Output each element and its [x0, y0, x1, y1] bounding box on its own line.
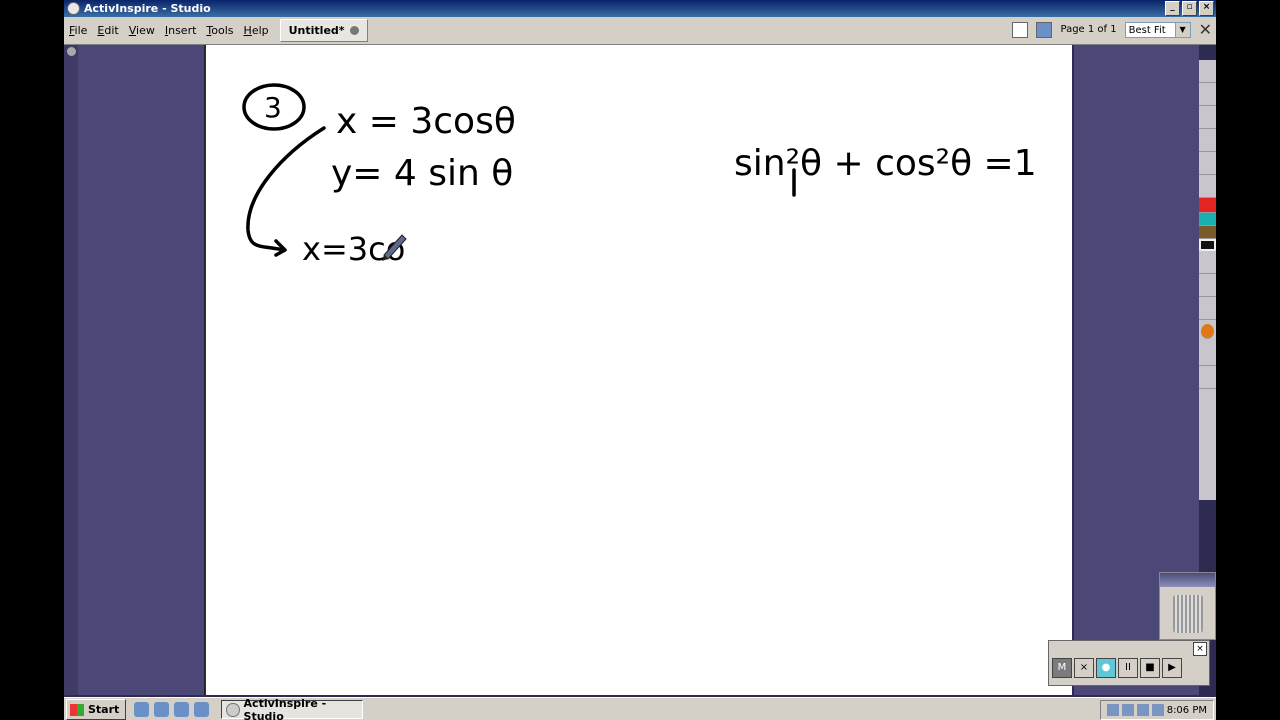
recorder-panel: × M × ● II ■ ▶: [1048, 640, 1210, 686]
clock: 8:06 PM: [1166, 704, 1207, 716]
chevron-down-icon[interactable]: ▼: [1174, 22, 1190, 37]
toolbox-undo-icon[interactable]: [1199, 175, 1216, 198]
page-controls: Page 1 of 1 Best Fit ▼ ✕: [1012, 20, 1212, 39]
app-icon: [67, 2, 80, 15]
recorder-cancel-button[interactable]: ×: [1074, 658, 1094, 678]
color-red-swatch[interactable]: [1199, 198, 1216, 213]
ink-layer: 3 x = 3cosθ y= 4 sin θ x=3co sin²θ + cos…: [242, 83, 1037, 268]
mail-icon[interactable]: [194, 702, 210, 717]
tray-network-icon[interactable]: [1106, 704, 1119, 716]
highlighter-icon[interactable]: [1199, 297, 1216, 320]
select-tool-icon[interactable]: [1199, 274, 1216, 297]
menu-insert[interactable]: Insert: [160, 24, 202, 37]
toolbox-pen-icon[interactable]: [1199, 152, 1216, 175]
left-panel: [78, 45, 205, 695]
eraser-icon[interactable]: [1199, 343, 1216, 366]
tray-security-icon[interactable]: [1121, 704, 1134, 716]
minimize-button[interactable]: _: [1165, 1, 1180, 16]
color-black-swatch[interactable]: [1199, 239, 1216, 251]
quick-launch: [134, 702, 210, 717]
recorder-pause-button[interactable]: II: [1118, 658, 1138, 678]
color-teal-swatch[interactable]: [1199, 213, 1216, 226]
recorder-stop-button[interactable]: ■: [1140, 658, 1160, 678]
system-tray: 8:06 PM: [1099, 700, 1214, 720]
menu-bar: File Edit View Insert Tools Help Untitle…: [64, 17, 1216, 45]
restore-button[interactable]: ▫: [1182, 1, 1197, 16]
title-bar: ActivInspire - Studio _ ▫ ×: [64, 0, 1216, 17]
flipchart-page[interactable]: 3 x = 3cosθ y= 4 sin θ x=3co sin²θ + cos…: [206, 45, 1072, 695]
left-letterbox: [0, 0, 64, 720]
fill-tool-icon[interactable]: [1201, 324, 1214, 339]
start-label: Start: [88, 703, 120, 716]
explorer-icon[interactable]: [154, 702, 170, 717]
window-controls: _ ▫ ×: [1165, 1, 1214, 16]
taskbar-activinspire[interactable]: ActivInspire - Studio: [221, 696, 364, 720]
recorder-buttons: M × ● II ■ ▶: [1049, 655, 1209, 681]
toolbox-menu-icon[interactable]: [1199, 60, 1216, 83]
toolbox-resources-icon[interactable]: [1199, 106, 1216, 129]
pin-icon[interactable]: [66, 47, 76, 56]
close-button[interactable]: ×: [1199, 1, 1214, 16]
left-strip: [64, 45, 78, 695]
ie-icon[interactable]: [134, 702, 150, 717]
menu-help[interactable]: Help: [239, 24, 274, 37]
browser-icon[interactable]: [174, 702, 190, 717]
recorder-menu-button[interactable]: M: [1052, 658, 1072, 678]
tab-label: Untitled*: [288, 24, 345, 37]
tab-close-icon[interactable]: [349, 26, 359, 35]
tab-untitled[interactable]: Untitled*: [279, 19, 368, 42]
tray-volume-icon[interactable]: [1136, 704, 1149, 716]
recorder-record-button[interactable]: ●: [1096, 658, 1116, 678]
close-flipchart-icon[interactable]: ✕: [1199, 20, 1212, 39]
menu-tools[interactable]: Tools: [201, 24, 238, 37]
activinspire-icon: [226, 702, 240, 717]
recorder-play-button[interactable]: ▶: [1162, 658, 1182, 678]
main-toolbox: [1199, 60, 1216, 500]
trash-panel: [1159, 572, 1216, 640]
equation-y: y= 4 sin θ: [331, 153, 513, 194]
menu-file[interactable]: File: [64, 24, 92, 37]
windows-logo-icon: [70, 703, 84, 716]
toolbox-notes-icon[interactable]: [1199, 129, 1216, 152]
recorder-close-icon[interactable]: ×: [1193, 642, 1207, 656]
trig-identity: sin²θ + cos²θ =1: [734, 143, 1037, 184]
zoom-value: Best Fit: [1128, 24, 1166, 36]
screen: ActivInspire - Studio _ ▫ × File Edit Vi…: [64, 0, 1216, 720]
menu-view[interactable]: View: [124, 24, 160, 37]
color-brown-swatch[interactable]: [1199, 226, 1216, 239]
page-indicator: Page 1 of 1: [1060, 24, 1117, 35]
window-title: ActivInspire - Studio: [84, 2, 211, 15]
trash-panel-titlebar: [1160, 573, 1215, 587]
toolbox-browser-icon[interactable]: [1199, 83, 1216, 106]
start-button[interactable]: Start: [66, 699, 127, 720]
problem-number: 3: [264, 91, 282, 124]
recorder-header: ×: [1049, 641, 1209, 656]
trash-icon[interactable]: [1172, 595, 1203, 633]
zoom-select[interactable]: Best Fit ▼: [1124, 21, 1191, 38]
page-settings-icon[interactable]: [1036, 21, 1053, 38]
tray-update-icon[interactable]: [1151, 704, 1164, 716]
pen-width-icon[interactable]: [1199, 251, 1216, 274]
right-letterbox: [1216, 0, 1280, 720]
taskbar: Start ActivInspire - Studio 8:06 PM: [64, 697, 1216, 720]
menu-edit[interactable]: Edit: [92, 24, 123, 37]
task-label: ActivInspire - Studio: [243, 696, 327, 720]
page-browser-icon[interactable]: [1012, 21, 1029, 38]
equation-x: x = 3cosθ: [336, 101, 516, 142]
text-tool-icon[interactable]: [1199, 366, 1216, 389]
